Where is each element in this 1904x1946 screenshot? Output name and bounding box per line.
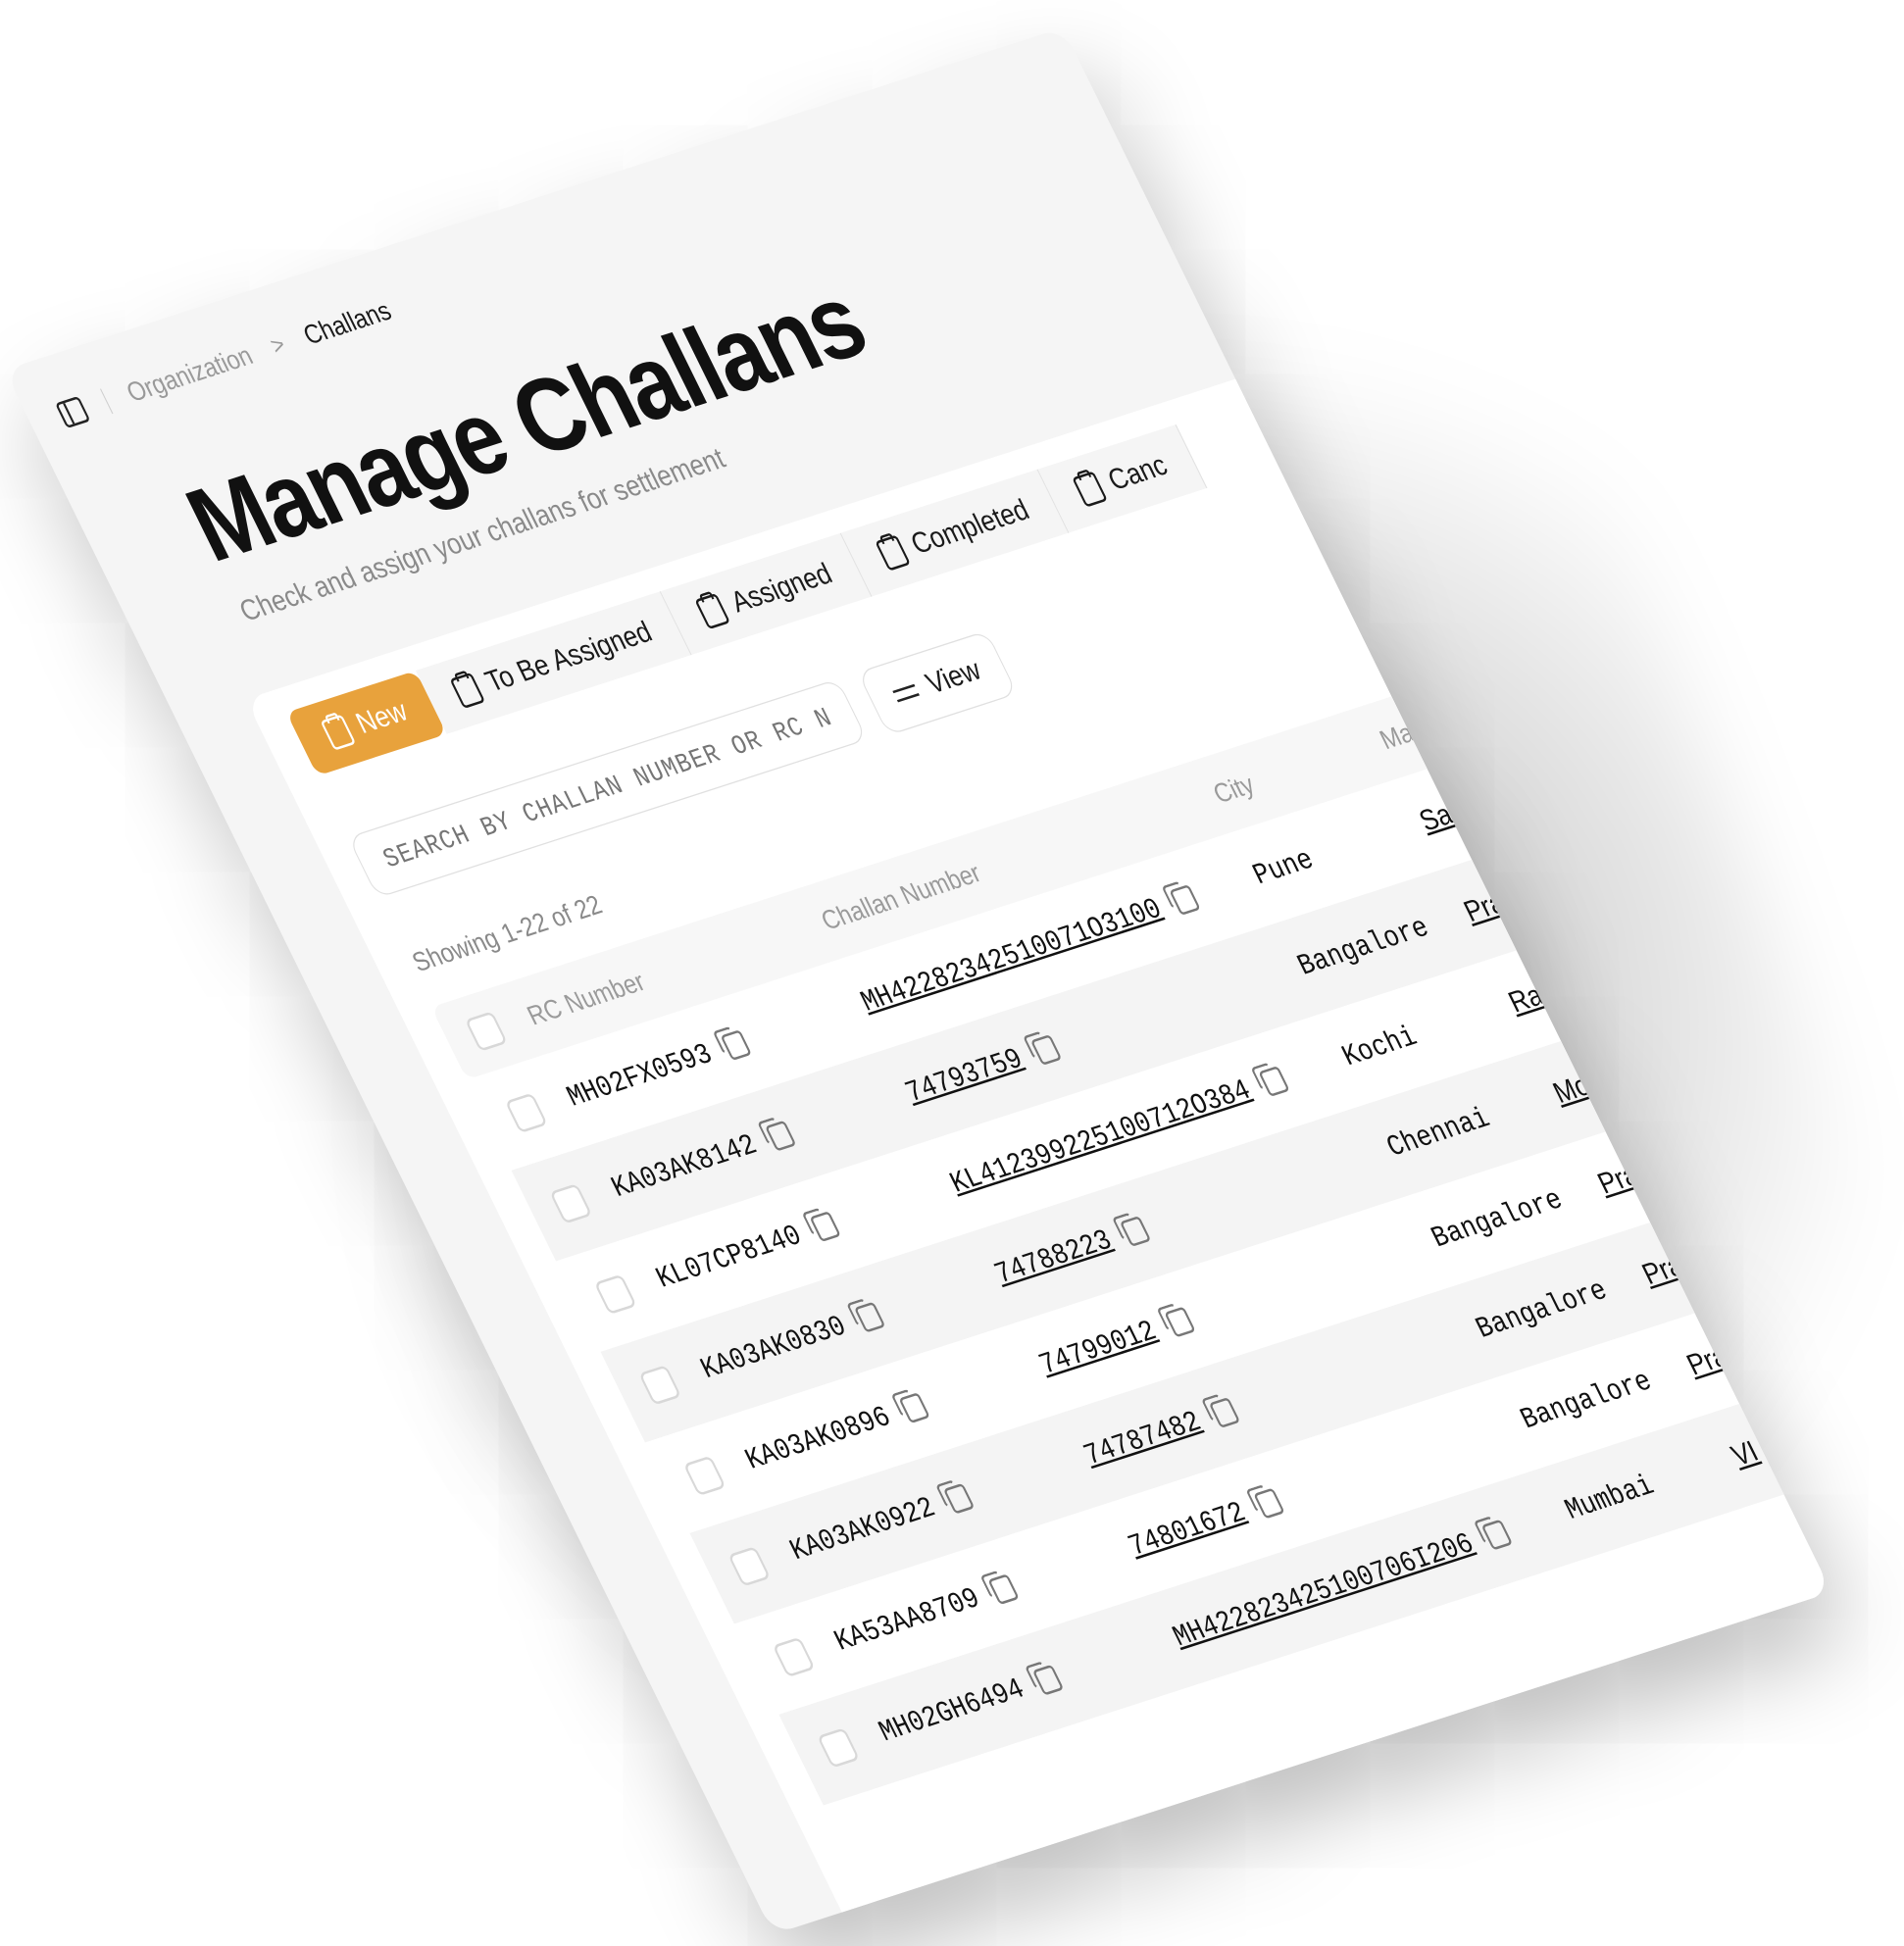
copy-icon[interactable] xyxy=(1031,1664,1065,1696)
stage: Organization > Challans Manage Challans … xyxy=(0,0,1904,1946)
copy-icon[interactable] xyxy=(1164,1306,1196,1338)
cancel-icon xyxy=(1072,471,1109,508)
city-cell: Mumbai xyxy=(1560,1469,1660,1527)
city-cell: Chennai xyxy=(1381,1102,1496,1165)
city-cell: Bangalore xyxy=(1515,1365,1658,1437)
copy-icon[interactable] xyxy=(1481,1519,1514,1551)
city-cell: Kochi xyxy=(1336,1020,1424,1074)
copy-icon[interactable] xyxy=(942,1482,976,1515)
city-cell: Bangalore xyxy=(1292,911,1435,983)
tab-label: Canc xyxy=(1102,448,1174,498)
divider xyxy=(99,388,114,415)
challan-number-link[interactable]: 74793759 xyxy=(900,1043,1028,1110)
copy-icon[interactable] xyxy=(1030,1033,1063,1066)
top-bar: Organization > Challans xyxy=(54,295,397,430)
rc-number: KA03AK0896 xyxy=(740,1400,897,1477)
rc-number: KA03AK0922 xyxy=(784,1491,941,1569)
clipboard-check-icon xyxy=(875,534,912,572)
rc-number: KA53AA8709 xyxy=(828,1581,986,1659)
copy-icon[interactable] xyxy=(1208,1396,1241,1428)
city-cell: Bangalore xyxy=(1471,1273,1614,1346)
rc-number: MH02GH6494 xyxy=(874,1672,1030,1750)
challan-number-link[interactable]: 74799012 xyxy=(1034,1315,1163,1381)
copy-icon[interactable] xyxy=(720,1029,753,1062)
challan-number-link[interactable]: 74801672 xyxy=(1124,1496,1252,1563)
copy-icon[interactable] xyxy=(1169,883,1202,916)
clipboard-icon xyxy=(449,672,486,709)
copy-icon[interactable] xyxy=(898,1392,930,1424)
rc-number: MH02FX0593 xyxy=(562,1037,719,1115)
rc-number: KA03AK8142 xyxy=(606,1128,763,1206)
copy-icon[interactable] xyxy=(1120,1215,1152,1247)
breadcrumb-separator: > xyxy=(266,330,290,360)
rc-number: KA03AK0830 xyxy=(695,1310,852,1387)
copy-icon[interactable] xyxy=(1253,1487,1285,1520)
filter-icon xyxy=(891,680,922,706)
tab-label: New xyxy=(350,694,414,741)
copy-icon[interactable] xyxy=(809,1211,841,1243)
breadcrumb-current: Challans xyxy=(298,294,396,351)
view-button-label: View xyxy=(921,653,987,701)
challan-number-link[interactable]: 74788223 xyxy=(989,1224,1118,1291)
copy-icon[interactable] xyxy=(1258,1065,1291,1097)
sidebar-toggle-icon[interactable] xyxy=(54,395,91,429)
clipboard-icon xyxy=(320,714,357,751)
city-cell: Pune xyxy=(1247,843,1320,893)
user-check-icon xyxy=(694,592,731,629)
challan-number-link[interactable]: 74787482 xyxy=(1078,1406,1207,1472)
copy-icon[interactable] xyxy=(764,1120,797,1152)
rc-number: KL07CP8140 xyxy=(651,1219,808,1296)
tab-label: Assigned xyxy=(726,557,838,620)
breadcrumb-root[interactable]: Organization xyxy=(122,340,258,409)
copy-icon[interactable] xyxy=(853,1301,886,1333)
city-cell: Bangalore xyxy=(1426,1183,1569,1256)
copy-icon[interactable] xyxy=(987,1573,1020,1606)
